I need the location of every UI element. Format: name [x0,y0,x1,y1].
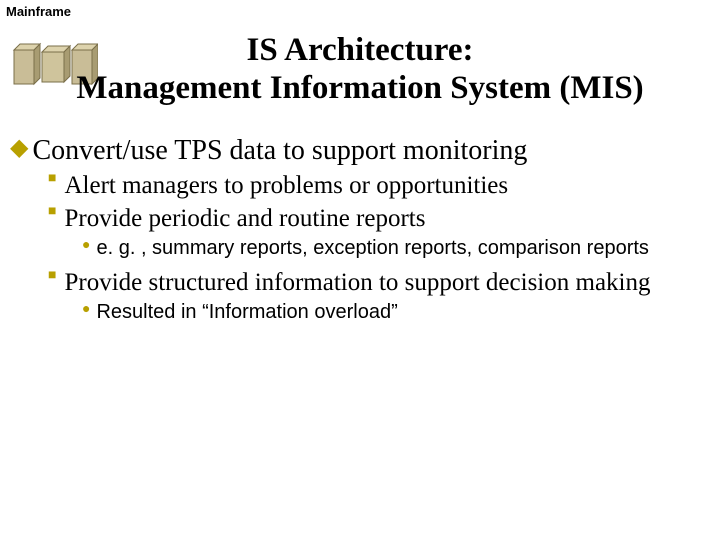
square-icon: ■ [48,203,56,221]
bullet-text: Resulted in “Information overload” [96,300,690,325]
square-icon: ■ [48,170,56,188]
label-mainframe: Mainframe [6,4,71,19]
slide-title: IS Architecture: Management Information … [0,32,720,108]
diamond-icon: ◆ [10,134,28,163]
bullet-text: Convert/use TPS data to support monitori… [32,134,710,168]
circle-icon: ● [82,300,90,318]
bullet-text: Provide structured information to suppor… [64,267,710,298]
circle-icon: ● [82,236,90,254]
bullet-level2: ■ Provide periodic and routine reports [48,203,710,234]
square-icon: ■ [48,267,56,285]
bullet-level3: ● e. g. , summary reports, exception rep… [82,236,710,261]
title-line-1: IS Architecture: [247,32,474,68]
title-line-2: Management Information System (MIS) [76,70,643,106]
bullet-level1: ◆ Convert/use TPS data to support monito… [10,134,710,168]
bullet-text: Alert managers to problems or opportunit… [64,170,710,201]
bullet-text: e. g. , summary reports, exception repor… [96,236,690,261]
bullet-text: Provide periodic and routine reports [64,203,710,234]
bullet-level2: ■ Alert managers to problems or opportun… [48,170,710,201]
bullet-level2: ■ Provide structured information to supp… [48,267,710,298]
slide-body: ◆ Convert/use TPS data to support monito… [10,134,710,331]
bullet-level3: ● Resulted in “Information overload” [82,300,710,325]
